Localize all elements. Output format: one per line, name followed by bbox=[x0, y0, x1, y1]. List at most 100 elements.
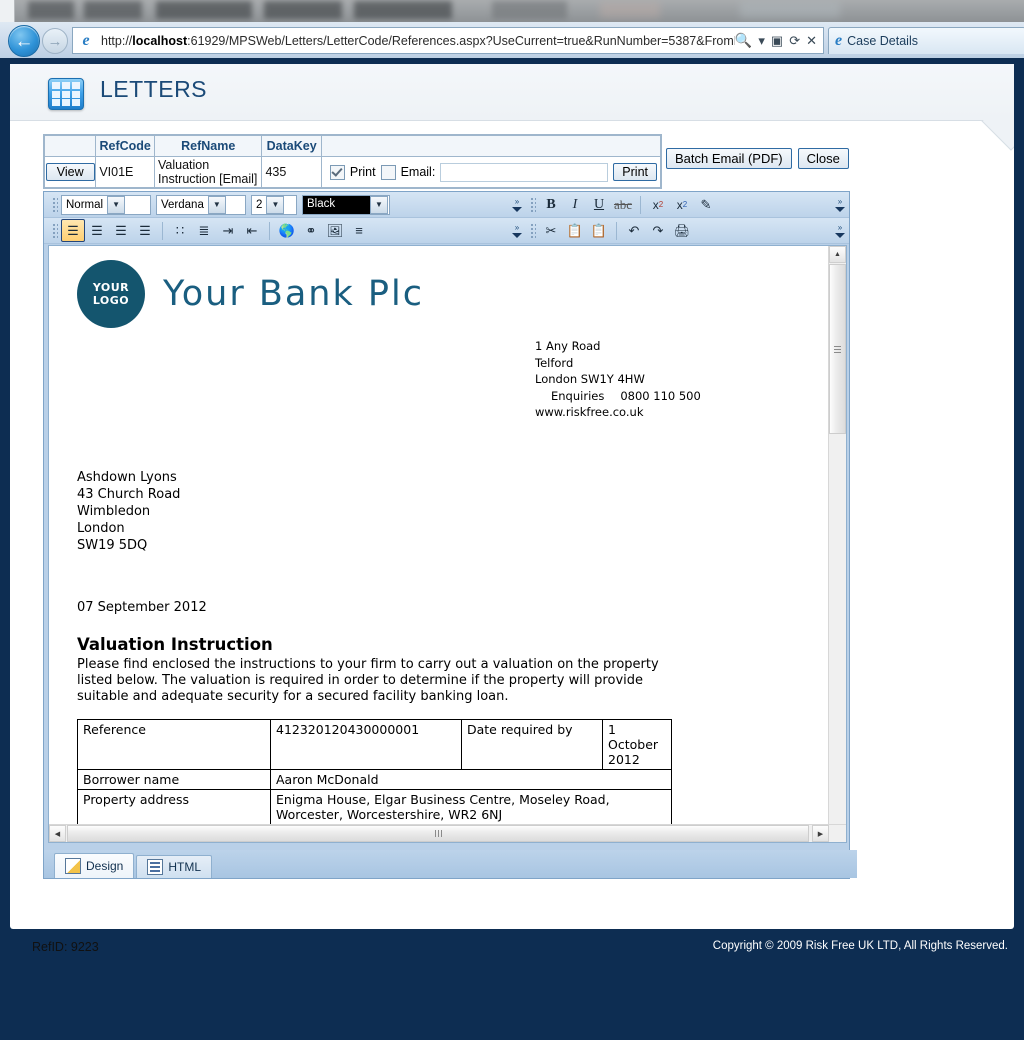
align-left-icon[interactable]: ☰ bbox=[61, 219, 85, 242]
print-button[interactable]: Print bbox=[613, 163, 657, 181]
editor-vertical-scrollbar[interactable]: ▲ bbox=[828, 246, 846, 824]
align-center-icon[interactable]: ☰ bbox=[85, 219, 109, 242]
col-refcode: RefCode bbox=[96, 136, 155, 157]
print-icon[interactable]: 🖨 bbox=[670, 219, 694, 242]
grid-table-icon-cells bbox=[52, 82, 80, 106]
date-required-value: 1 October 2012 bbox=[603, 719, 672, 769]
chevron-down-icon[interactable]: ▼ bbox=[266, 196, 284, 214]
bold-button[interactable]: B bbox=[539, 193, 563, 216]
table-row: Borrower name Aaron McDonald bbox=[78, 769, 672, 789]
date-required-label: Date required by bbox=[462, 719, 603, 769]
paste-icon[interactable]: 📋 bbox=[587, 219, 611, 242]
recipient-line: SW19 5DQ bbox=[77, 537, 811, 554]
company-address-line: London SW1Y 4HW bbox=[535, 371, 811, 388]
blurred-window-content bbox=[600, 2, 900, 18]
horizontal-scrollbar-thumb[interactable] bbox=[67, 825, 809, 842]
col-actions bbox=[321, 136, 660, 157]
ie-logo-glyph: e bbox=[76, 31, 96, 51]
insert-image-icon[interactable]: 🖼 bbox=[323, 219, 347, 242]
stop-icon[interactable]: ✕ bbox=[806, 33, 817, 49]
close-button[interactable]: Close bbox=[798, 148, 849, 169]
address-bar[interactable]: e http://localhost:61929/MPSWeb/Letters/… bbox=[72, 27, 824, 54]
top-action-buttons: Batch Email (PDF) Close bbox=[666, 148, 849, 169]
scroll-left-icon[interactable]: ◀ bbox=[49, 825, 66, 842]
tab-design[interactable]: Design bbox=[54, 853, 134, 878]
editor-horizontal-scrollbar[interactable]: ◀ ▶ bbox=[49, 824, 846, 842]
cell-refname: Valuation Instruction [Email] bbox=[155, 157, 262, 188]
remove-format-icon[interactable]: ✎ bbox=[694, 193, 718, 216]
bullet-list-icon[interactable]: ∷ bbox=[168, 219, 192, 242]
toolbar-grip-icon[interactable] bbox=[51, 222, 58, 240]
refresh-icon[interactable]: ⟳ bbox=[789, 33, 800, 49]
reference-grid: RefCode RefName DataKey View VI01E Valua… bbox=[43, 134, 662, 189]
toolbar-grip-icon[interactable] bbox=[529, 196, 536, 214]
logo-line-1: YOUR bbox=[93, 281, 129, 294]
back-arrow-icon[interactable]: ← bbox=[8, 25, 40, 57]
toolbar-overflow-icon[interactable]: » bbox=[834, 221, 846, 241]
italic-button[interactable]: I bbox=[563, 193, 587, 216]
compatibility-view-icon[interactable]: ▣ bbox=[771, 33, 783, 49]
email-checkbox[interactable] bbox=[381, 165, 396, 180]
toolbar-grip-icon[interactable] bbox=[51, 196, 58, 214]
company-address-line: 1 Any Road bbox=[535, 338, 811, 355]
print-checkbox[interactable] bbox=[330, 165, 345, 180]
col-refname: RefName bbox=[155, 136, 262, 157]
enquiries-number: 0800 110 500 bbox=[620, 389, 700, 403]
browser-tab-case-details[interactable]: e Case Details bbox=[828, 27, 1024, 54]
toolbar-overflow-icon[interactable]: » bbox=[834, 195, 846, 215]
bank-logo-icon: YOUR LOGO bbox=[77, 260, 145, 328]
indent-icon[interactable]: ⇥ bbox=[216, 219, 240, 242]
editor-mode-tabs: Design HTML bbox=[44, 850, 857, 878]
undo-icon[interactable]: ↶ bbox=[622, 219, 646, 242]
outdent-icon[interactable]: ⇤ bbox=[240, 219, 264, 242]
editor-toolbar-row-2: ☰ ☰ ☰ ☰ ∷ ≣ ⇥ ⇤ 🌎 ⚭ 🖼 ≡ » ✂ 📋 📋 ↶ ↷ 🖨 » bbox=[44, 218, 849, 244]
superscript-button[interactable]: x2 bbox=[646, 193, 670, 216]
toolbar-overflow-icon[interactable]: » bbox=[511, 221, 523, 241]
insert-link-icon[interactable]: 🌎 bbox=[275, 219, 299, 242]
paragraph-style-select[interactable]: Normal ▼ bbox=[61, 195, 151, 215]
font-size-value: 2 bbox=[252, 199, 266, 211]
letter-body-paragraph: Please find enclosed the instructions to… bbox=[77, 657, 687, 705]
subscript-button[interactable]: x2 bbox=[670, 193, 694, 216]
remove-link-icon[interactable]: ⚭ bbox=[299, 219, 323, 242]
chevron-down-icon[interactable]: ▼ bbox=[107, 196, 125, 214]
copy-icon[interactable]: 📋 bbox=[563, 219, 587, 242]
logo-line-2: LOGO bbox=[93, 294, 129, 307]
font-color-select[interactable]: Black ▼ bbox=[302, 195, 390, 215]
font-size-select[interactable]: 2 ▼ bbox=[251, 195, 297, 215]
scroll-right-icon[interactable]: ▶ bbox=[812, 825, 829, 842]
text-style-icon[interactable]: ≡ bbox=[347, 219, 371, 242]
toolbar-separator bbox=[640, 196, 641, 214]
chevron-down-icon[interactable]: ▼ bbox=[208, 196, 226, 214]
email-input[interactable] bbox=[440, 163, 608, 182]
toolbar-separator bbox=[269, 222, 270, 240]
scroll-up-icon[interactable]: ▲ bbox=[829, 246, 846, 263]
editor-toolbar-row-1: Normal ▼ Verdana ▼ 2 ▼ Black ▼ » B I U a… bbox=[44, 192, 849, 218]
align-justify-icon[interactable]: ☰ bbox=[133, 219, 157, 242]
batch-email-pdf-button[interactable]: Batch Email (PDF) bbox=[666, 148, 792, 169]
cut-icon[interactable]: ✂ bbox=[539, 219, 563, 242]
search-icon[interactable]: 🔍 bbox=[735, 32, 752, 49]
vertical-scrollbar-thumb[interactable] bbox=[829, 264, 846, 434]
view-button[interactable]: View bbox=[46, 163, 95, 181]
strikethrough-button[interactable]: abc bbox=[611, 193, 635, 216]
tab-html[interactable]: HTML bbox=[136, 855, 212, 878]
ie-favicon-icon: e bbox=[76, 31, 96, 51]
font-family-select[interactable]: Verdana ▼ bbox=[156, 195, 246, 215]
chevron-down-icon[interactable]: ▾ bbox=[758, 33, 765, 49]
forward-arrow-icon[interactable]: → bbox=[42, 28, 68, 54]
chevron-down-icon[interactable]: ▼ bbox=[370, 196, 388, 214]
align-right-icon[interactable]: ☰ bbox=[109, 219, 133, 242]
tab-html-label: HTML bbox=[168, 860, 201, 874]
blurred-window-title bbox=[22, 1, 582, 19]
company-address: 1 Any Road Telford London SW1Y 4HW Enqui… bbox=[535, 338, 811, 421]
toolbar-grip-icon[interactable] bbox=[529, 222, 536, 240]
editor-canvas[interactable]: YOUR LOGO Your Bank Plc 1 Any Road Telfo… bbox=[49, 246, 829, 824]
numbered-list-icon[interactable]: ≣ bbox=[192, 219, 216, 242]
underline-button[interactable]: U bbox=[587, 193, 611, 216]
scrollbar-grip-icon bbox=[834, 346, 841, 353]
redo-icon[interactable]: ↷ bbox=[646, 219, 670, 242]
editor-body[interactable]: YOUR LOGO Your Bank Plc 1 Any Road Telfo… bbox=[48, 245, 847, 843]
toolbar-overflow-icon[interactable]: » bbox=[511, 195, 523, 215]
company-address-line: Telford bbox=[535, 355, 811, 372]
